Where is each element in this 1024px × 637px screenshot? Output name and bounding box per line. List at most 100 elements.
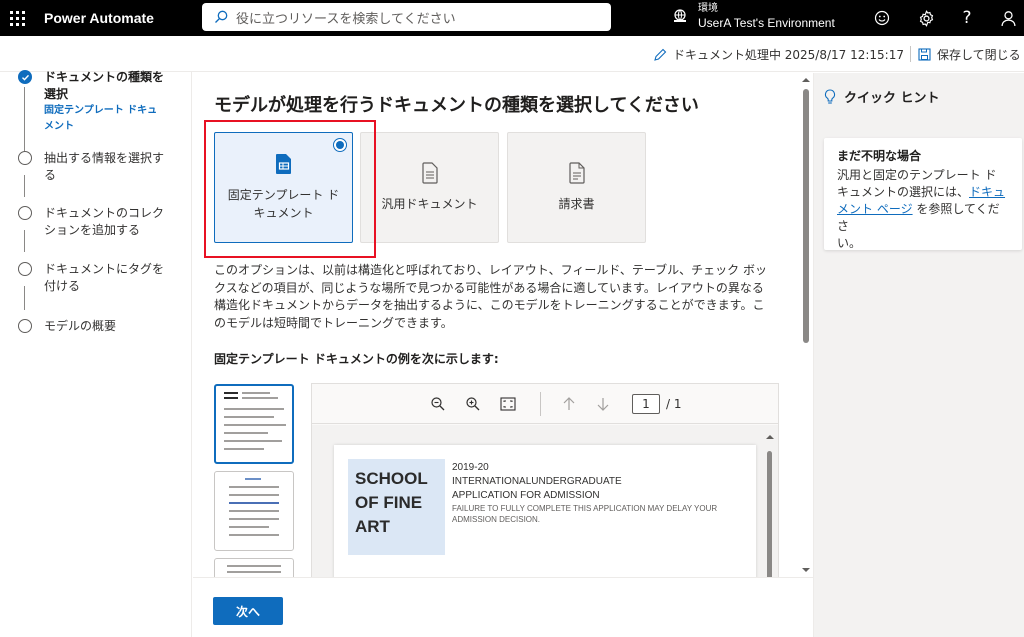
card-label: 請求書 bbox=[558, 197, 595, 211]
quick-tips-title: クイック ヒント bbox=[844, 91, 940, 106]
description-line: このオプションは、以前は構造化と呼ばれており、レイアウト、フィールド、テーブル、… bbox=[214, 263, 767, 277]
step-tag-documents[interactable]: ドキュメントにタグを 付ける bbox=[18, 261, 178, 295]
documentation-link[interactable]: ドキュ bbox=[969, 185, 1005, 199]
hint-text: キュメントの選択には、 bbox=[837, 185, 970, 199]
sample-doc-note-line: ADMISSION DECISION. bbox=[452, 515, 541, 524]
preview-canvas[interactable]: SCHOOL OF FINE ART 2019-20 INTERNATIONAL… bbox=[312, 425, 778, 577]
hint-card-body: 汎用と固定のテンプレート ド キュメントの選択には、ドキュ メント ページ を参… bbox=[837, 167, 1009, 252]
step-label: 選択 bbox=[44, 87, 69, 101]
app-launcher-icon[interactable] bbox=[0, 0, 34, 36]
sample-doc-year: 2019-20 bbox=[452, 462, 489, 473]
example-thumbnails bbox=[214, 384, 294, 577]
environment-picker[interactable]: 環境 UserA Test's Environment bbox=[672, 2, 835, 30]
example-thumbnail-1[interactable] bbox=[214, 384, 294, 464]
school-name-line: ART bbox=[355, 517, 390, 536]
document-status-text: ドキュメント処理中 2025/8/17 12:15:17 bbox=[672, 48, 904, 62]
step-label: ドキュメントのコレク bbox=[44, 206, 165, 220]
save-and-close-button[interactable]: 保存して閉じる bbox=[918, 46, 1021, 63]
app-name[interactable]: Power Automate bbox=[44, 10, 200, 26]
page-title: モデルが処理を行うドキュメントの種類を選択してください bbox=[214, 95, 699, 116]
step-label: モデルの概要 bbox=[44, 319, 117, 333]
step-selection: メント bbox=[44, 121, 74, 132]
hint-text: 汎用と固定のテンプレート ド bbox=[837, 168, 997, 182]
step-selection: 固定テンプレート ドキュ bbox=[44, 105, 158, 116]
step-model-summary[interactable]: モデルの概要 bbox=[18, 318, 178, 335]
document-preview: 1 / 1 SCHOOL OF FINE ART 2019-20 INTERNA… bbox=[311, 383, 779, 577]
school-name-line: OF FINE bbox=[355, 493, 423, 512]
step-pending-circle-icon bbox=[18, 151, 32, 165]
step-select-document-type[interactable]: ドキュメントの種類を 選択 固定テンプレート ドキュ メント bbox=[18, 69, 178, 135]
step-add-collections[interactable]: ドキュメントのコレク ションを追加する bbox=[18, 205, 178, 239]
example-thumbnail-3[interactable] bbox=[214, 558, 294, 577]
wizard-stepper: ドキュメントの種類を 選択 固定テンプレート ドキュ メント 抽出する情報を選択… bbox=[0, 69, 192, 637]
previous-page-arrow-icon[interactable] bbox=[560, 395, 578, 413]
invoice-icon bbox=[568, 162, 585, 187]
step-complete-check-icon bbox=[18, 70, 32, 84]
environment-label: 環境 bbox=[698, 3, 718, 14]
sample-doc-title: INTERNATIONALUNDERGRADUATE APPLICATION F… bbox=[452, 475, 622, 503]
save-icon bbox=[918, 48, 931, 61]
sample-doc-note-line: FAILURE TO FULLY COMPLETE THIS APPLICATI… bbox=[452, 504, 718, 513]
selection-highlight-box bbox=[204, 120, 376, 258]
sample-doc-title-line: APPLICATION FOR ADMISSION bbox=[452, 490, 600, 501]
main-content: モデルが処理を行うドキュメントの種類を選択してください 固定テンプレート ド キ… bbox=[193, 73, 813, 577]
step-label: 付ける bbox=[44, 279, 81, 293]
zoom-out-icon[interactable] bbox=[429, 395, 447, 413]
help-icon[interactable]: ? bbox=[948, 0, 986, 36]
feedback-icon[interactable] bbox=[863, 0, 901, 36]
command-divider bbox=[910, 46, 911, 62]
lightbulb-icon bbox=[824, 88, 836, 104]
next-button[interactable]: 次へ bbox=[213, 597, 283, 625]
hint-card: まだ不明な場合 汎用と固定のテンプレート ド キュメントの選択には、ドキュ メン… bbox=[824, 138, 1022, 250]
top-bar: Power Automate 役に立つリソースを検索してください 環境 User… bbox=[0, 0, 1024, 36]
command-bar: ドキュメント処理中 2025/8/17 12:15:17 保存して閉じる bbox=[0, 36, 1024, 72]
toolbar-divider bbox=[540, 392, 541, 416]
step-pending-circle-icon bbox=[18, 319, 32, 333]
main-scrollbar[interactable] bbox=[800, 73, 812, 577]
sample-document-page: SCHOOL OF FINE ART 2019-20 INTERNATIONAL… bbox=[334, 445, 756, 577]
step-label: ドキュメントの種類を bbox=[44, 70, 165, 84]
page-total: / 1 bbox=[666, 397, 682, 411]
page-number-input[interactable]: 1 bbox=[632, 394, 660, 414]
step-label: 抽出する情報を選択す bbox=[44, 151, 165, 165]
step-label: る bbox=[44, 168, 57, 182]
doc-type-card-invoice[interactable]: 請求書 bbox=[507, 132, 646, 243]
user-account-icon[interactable] bbox=[989, 0, 1024, 36]
option-description: このオプションは、以前は構造化と呼ばれており、レイアウト、フィールド、テーブル、… bbox=[214, 262, 779, 332]
school-logo-block: SCHOOL OF FINE ART bbox=[348, 459, 445, 555]
hint-text: い。 bbox=[837, 236, 862, 250]
quick-tips-panel: クイック ヒント まだ不明な場合 汎用と固定のテンプレート ド キュメントの選択… bbox=[813, 73, 1024, 637]
hint-card-title: まだ不明な場合 bbox=[837, 149, 922, 163]
save-and-close-label: 保存して閉じる bbox=[937, 48, 1021, 62]
description-line: 構造化ドキュメントからデータを抽出するように、このモデルをトレーニングすることが… bbox=[214, 298, 765, 312]
doc-type-card-general[interactable]: 汎用ドキュメント bbox=[360, 132, 499, 243]
next-page-arrow-icon[interactable] bbox=[594, 395, 612, 413]
fit-to-page-icon[interactable] bbox=[499, 395, 517, 413]
document-icon bbox=[421, 162, 438, 187]
preview-scrollbar[interactable] bbox=[764, 433, 774, 577]
example-thumbnail-2[interactable] bbox=[214, 471, 294, 551]
search-placeholder: 役に立つリソースを検索してください bbox=[236, 11, 456, 27]
document-status[interactable]: ドキュメント処理中 2025/8/17 12:15:17 bbox=[653, 46, 904, 63]
quick-tips-header: クイック ヒント bbox=[824, 87, 940, 106]
environment-icon bbox=[674, 9, 686, 22]
description-line: のモデルは短時間でトレーニングできます。 bbox=[214, 315, 453, 330]
wizard-footer: 次へ bbox=[193, 577, 813, 637]
step-pending-circle-icon bbox=[18, 206, 32, 220]
zoom-in-icon[interactable] bbox=[464, 395, 482, 413]
search-icon bbox=[215, 10, 228, 23]
step-label: ションを追加する bbox=[44, 223, 141, 237]
environment-name: UserA Test's Environment bbox=[698, 16, 835, 30]
step-label: ドキュメントにタグを bbox=[44, 262, 165, 276]
step-choose-info[interactable]: 抽出する情報を選択す る bbox=[18, 150, 178, 184]
settings-gear-icon[interactable] bbox=[907, 0, 945, 36]
edit-pencil-icon bbox=[654, 48, 667, 61]
card-label: 汎用ドキュメント bbox=[381, 197, 478, 211]
step-pending-circle-icon bbox=[18, 262, 32, 276]
search-input[interactable]: 役に立つリソースを検索してください bbox=[202, 3, 611, 31]
examples-title: 固定テンプレート ドキュメントの例を次に示します: bbox=[214, 352, 499, 366]
school-name-line: SCHOOL bbox=[355, 469, 428, 488]
sample-doc-note: FAILURE TO FULLY COMPLETE THIS APPLICATI… bbox=[452, 503, 722, 525]
documentation-link[interactable]: メント ページ bbox=[837, 202, 913, 216]
description-line: クスなどの項目が、同じような場所で見つかる可能性がある場合に適しています。レイア… bbox=[214, 280, 764, 295]
